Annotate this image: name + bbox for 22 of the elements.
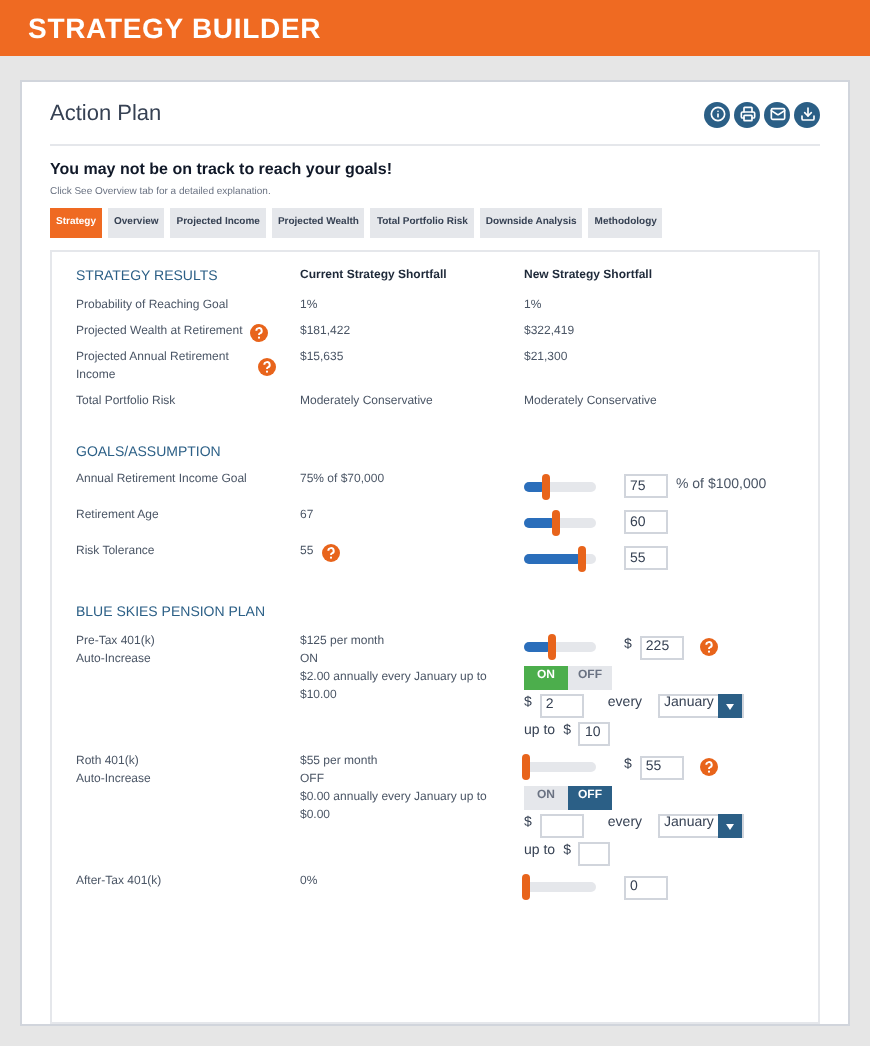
slider-thumb[interactable] [522,874,531,900]
help-icon[interactable] [321,544,340,562]
help-icon[interactable] [258,358,276,376]
slider-thumb[interactable] [552,509,561,535]
slider-thumb[interactable] [577,545,586,571]
slider-thumb[interactable] [548,634,557,660]
input-field[interactable] [578,841,611,865]
mail-icon[interactable] [764,101,790,128]
input-field[interactable] [539,813,584,837]
info-icon[interactable] [704,101,730,128]
help-icon[interactable] [699,758,718,776]
slider-thumb[interactable] [522,754,531,780]
caret-icon [717,813,742,837]
slider-thumb[interactable] [541,473,550,499]
app-title: STRATEGY BUILDER [28,9,322,47]
help-icon[interactable] [250,323,269,341]
alert-heading: You may not be on track to reach your goals! [50,157,394,181]
caret-icon [717,693,742,717]
printer-icon[interactable] [734,101,760,128]
help-icon[interactable] [699,638,718,656]
download-icon[interactable] [794,101,820,128]
panel-title: Action Plan [50,100,162,130]
